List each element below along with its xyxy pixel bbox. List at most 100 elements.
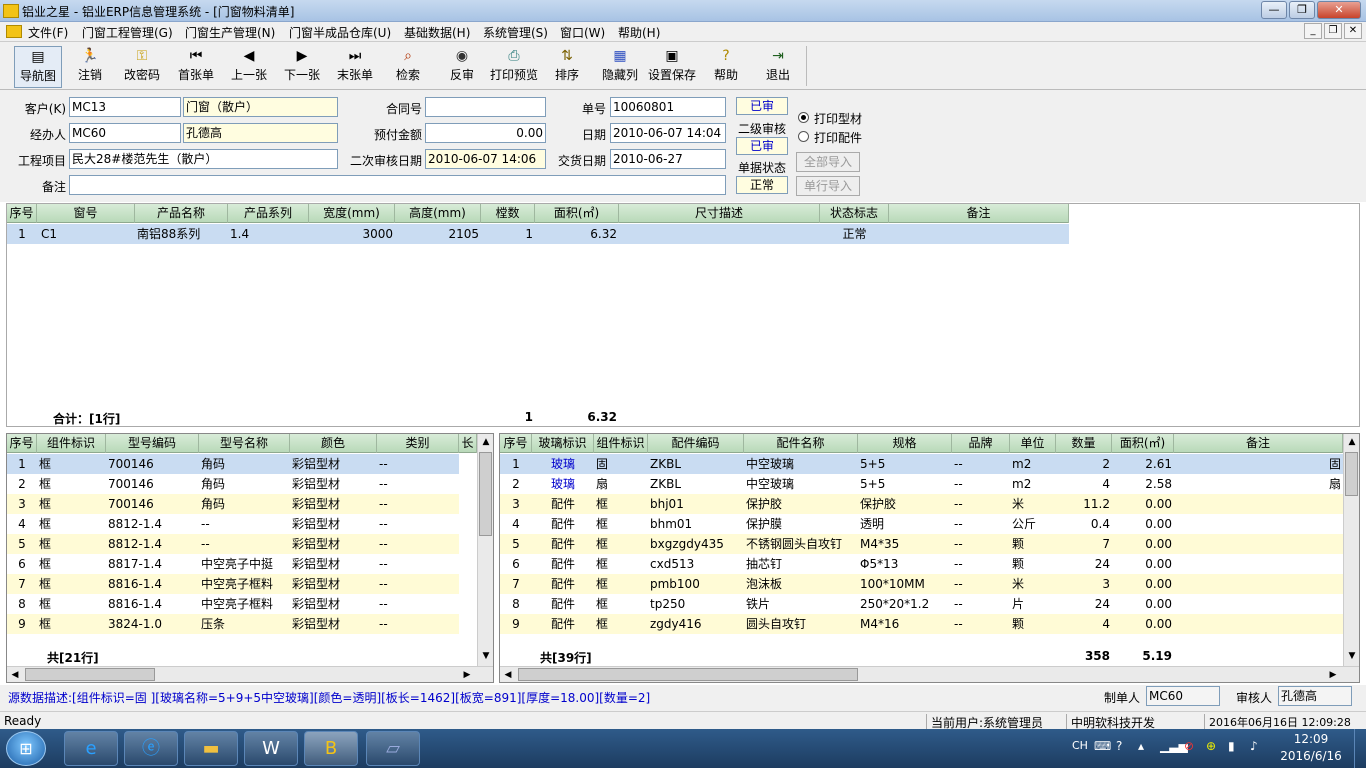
tb-next-button[interactable]: ▶ 下一张	[278, 46, 326, 88]
tray-power-icon[interactable]: ▮	[1228, 739, 1235, 753]
minimize-button[interactable]: —	[1261, 1, 1287, 19]
print-parts-radio[interactable]	[798, 131, 809, 142]
tb-hide-columns-button[interactable]: ▦ 隐藏列	[598, 46, 642, 88]
scroll-down-icon[interactable]: ▼	[478, 648, 493, 664]
col-glass-flag[interactable]: 玻璃标识	[532, 434, 594, 453]
table-row[interactable]: 6 配件 框 cxd513 抽芯钉 Φ5*13 -- 颗 24 0.00	[500, 554, 1343, 574]
col-seq[interactable]: 序号	[7, 434, 37, 453]
remark-field[interactable]	[69, 175, 726, 195]
tb-sort-button[interactable]: ⇅ 排序	[548, 46, 586, 88]
tb-search-button[interactable]: ⌕ 检索	[386, 46, 430, 88]
scroll-up-icon[interactable]: ▲	[478, 434, 493, 450]
profile-hscroll[interactable]: ◀ ▶	[7, 666, 493, 682]
col-seq[interactable]: 序号	[7, 204, 37, 223]
prepay-field[interactable]: 0.00	[425, 123, 546, 143]
table-row[interactable]: 5 配件 框 bxgzgdy435 不锈钢圆头自攻钉 M4*35 -- 颗 7 0.00	[500, 534, 1343, 554]
mdi-minimize-button[interactable]: _	[1304, 23, 1322, 39]
tb-unapprove-button[interactable]: ◉ 反审	[440, 46, 484, 88]
table-row[interactable]: 8 框 8816-1.4 中空亮子框料 彩铝型材 --	[7, 594, 459, 614]
col-part-code[interactable]: 配件编码	[648, 434, 744, 453]
tb-help-button[interactable]: ? 帮助	[708, 46, 744, 88]
menu-project[interactable]: 门窗工程管理(G)	[82, 24, 173, 41]
tray-security-icon[interactable]: ⊘	[1184, 739, 1194, 753]
menu-help[interactable]: 帮助(H)	[618, 24, 660, 41]
input-language[interactable]: CH	[1072, 739, 1088, 752]
col-size-desc[interactable]: 尺寸描述	[619, 204, 820, 223]
col-model-code[interactable]: 型号编码	[106, 434, 199, 453]
menu-file[interactable]: 文件(F)	[28, 24, 68, 41]
scroll-thumb[interactable]	[1345, 452, 1358, 496]
col-brand[interactable]: 品牌	[952, 434, 1010, 453]
taskbar-ie-icon[interactable]: e	[64, 731, 118, 766]
scroll-right-icon[interactable]: ▶	[459, 667, 475, 682]
contract-field[interactable]	[425, 97, 546, 117]
order-no-field[interactable]: 10060801	[610, 97, 726, 117]
clock-date[interactable]: 2016/6/16	[1276, 749, 1346, 763]
tb-navigation-button[interactable]: ▤ 导航图	[14, 46, 62, 88]
maker-field[interactable]: MC60	[1146, 686, 1220, 706]
handler-name-field[interactable]: 孔德高	[183, 123, 338, 143]
tb-last-button[interactable]: ⏭ 末张单	[331, 46, 379, 88]
col-color[interactable]: 颜色	[290, 434, 377, 453]
tb-password-button[interactable]: ⚿ 改密码	[118, 46, 166, 88]
col-product-series[interactable]: 产品系列	[228, 204, 309, 223]
delivery-field[interactable]: 2010-06-27	[610, 149, 726, 169]
tb-prev-button[interactable]: ◀ 上一张	[225, 46, 273, 88]
col-window-no[interactable]: 窗号	[37, 204, 135, 223]
menu-system[interactable]: 系统管理(S)	[483, 24, 548, 41]
table-row[interactable]: 8 配件 框 tp250 铁片 250*20*1.2 -- 片 24 0.00	[500, 594, 1343, 614]
table-row[interactable]: 4 配件 框 bhm01 保护膜 透明 -- 公斤 0.4 0.00	[500, 514, 1343, 534]
mdi-restore-button[interactable]: ❐	[1324, 23, 1342, 39]
col-status-flag[interactable]: 状态标志	[820, 204, 889, 223]
scroll-thumb[interactable]	[479, 452, 492, 536]
table-row[interactable]: 1 玻璃 固 ZKBL 中空玻璃 5+5 -- m2 2 2.61 固	[500, 454, 1343, 474]
scroll-down-icon[interactable]: ▼	[1344, 648, 1359, 664]
tray-add-icon[interactable]: ⊕	[1206, 739, 1216, 753]
col-unit[interactable]: 单位	[1010, 434, 1056, 453]
taskbar-word-icon[interactable]: W	[244, 731, 298, 766]
col-width[interactable]: 宽度(mm)	[309, 204, 395, 223]
scroll-thumb[interactable]	[25, 668, 155, 681]
clock-time[interactable]: 12:09	[1276, 732, 1346, 746]
col-count[interactable]: 樘数	[481, 204, 535, 223]
col-seq[interactable]: 序号	[500, 434, 532, 453]
close-button[interactable]: ✕	[1317, 1, 1361, 19]
print-profile-radio[interactable]	[798, 112, 809, 123]
scroll-right-icon[interactable]: ▶	[1325, 667, 1341, 682]
menu-warehouse[interactable]: 门窗半成品仓库(U)	[289, 24, 391, 41]
import-all-button[interactable]: 全部导入	[796, 152, 860, 172]
table-row[interactable]: 1 框 700146 角码 彩铝型材 --	[7, 454, 459, 474]
menu-production[interactable]: 门窗生产管理(N)	[185, 24, 275, 41]
menu-basedata[interactable]: 基础数据(H)	[404, 24, 470, 41]
customer-code-field[interactable]: MC13	[69, 97, 181, 117]
tray-help-icon[interactable]: ?	[1116, 739, 1122, 753]
import-row-button[interactable]: 单行导入	[796, 176, 860, 196]
scroll-thumb[interactable]	[518, 668, 858, 681]
col-height[interactable]: 高度(mm)	[395, 204, 481, 223]
col-qty[interactable]: 数量	[1056, 434, 1112, 453]
show-desktop-button[interactable]	[1354, 729, 1366, 768]
table-row[interactable]: 7 框 8816-1.4 中空亮子框料 彩铝型材 --	[7, 574, 459, 594]
date-field[interactable]: 2010-06-07 14:04	[610, 123, 726, 143]
col-area[interactable]: 面积(㎡)	[535, 204, 619, 223]
table-row[interactable]: 2 框 700146 角码 彩铝型材 --	[7, 474, 459, 494]
profile-vscroll[interactable]: ▲ ▼	[477, 434, 493, 666]
table-row[interactable]: 3 框 700146 角码 彩铝型材 --	[7, 494, 459, 514]
col-length[interactable]: 长	[459, 434, 477, 453]
reviewer-field[interactable]: 孔德高	[1278, 686, 1352, 706]
tb-save-settings-button[interactable]: ▣ 设置保存	[646, 46, 698, 88]
col-component[interactable]: 组件标识	[594, 434, 648, 453]
review2-date-field[interactable]: 2010-06-07 14:06	[425, 149, 546, 169]
taskbar-browser-icon[interactable]: ⓔ	[124, 731, 178, 766]
taskbar-notepad-icon[interactable]: ▱	[366, 731, 420, 766]
tb-logout-button[interactable]: 🏃 注销	[70, 46, 110, 88]
restore-button[interactable]: ❐	[1289, 1, 1315, 19]
table-row[interactable]: 3 配件 框 bhj01 保护胶 保护胶 -- 米 11.2 0.00	[500, 494, 1343, 514]
tray-expand-icon[interactable]: ▴	[1138, 739, 1144, 753]
handler-code-field[interactable]: MC60	[69, 123, 181, 143]
tb-first-button[interactable]: ⏮ 首张单	[172, 46, 220, 88]
tray-volume-icon[interactable]: ♪	[1250, 739, 1258, 753]
table-row[interactable]: 7 配件 框 pmb100 泡沫板 100*10MM -- 米 3 0.00	[500, 574, 1343, 594]
col-part-name[interactable]: 配件名称	[744, 434, 858, 453]
table-row[interactable]: 9 配件 框 zgdy416 圆头自攻钉 M4*16 -- 颗 4 0.00	[500, 614, 1343, 634]
